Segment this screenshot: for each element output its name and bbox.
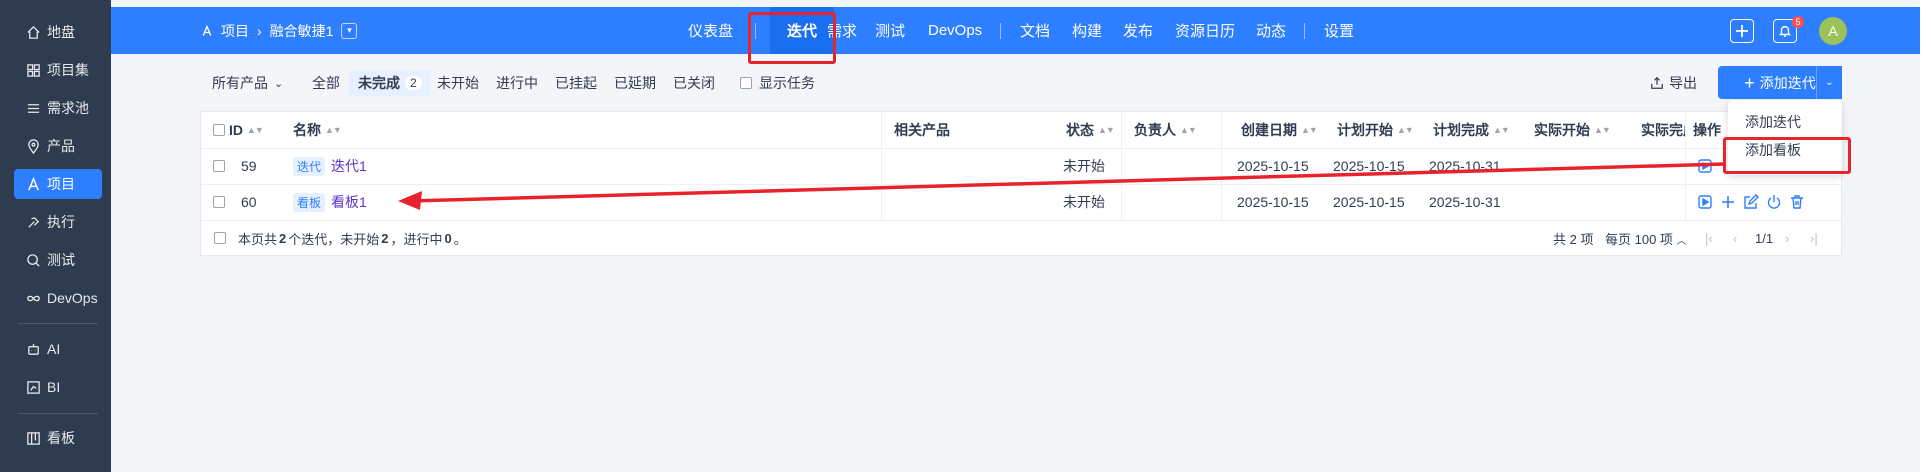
window-edge [1920, 0, 1931, 472]
annotation-arrow [398, 162, 1726, 210]
